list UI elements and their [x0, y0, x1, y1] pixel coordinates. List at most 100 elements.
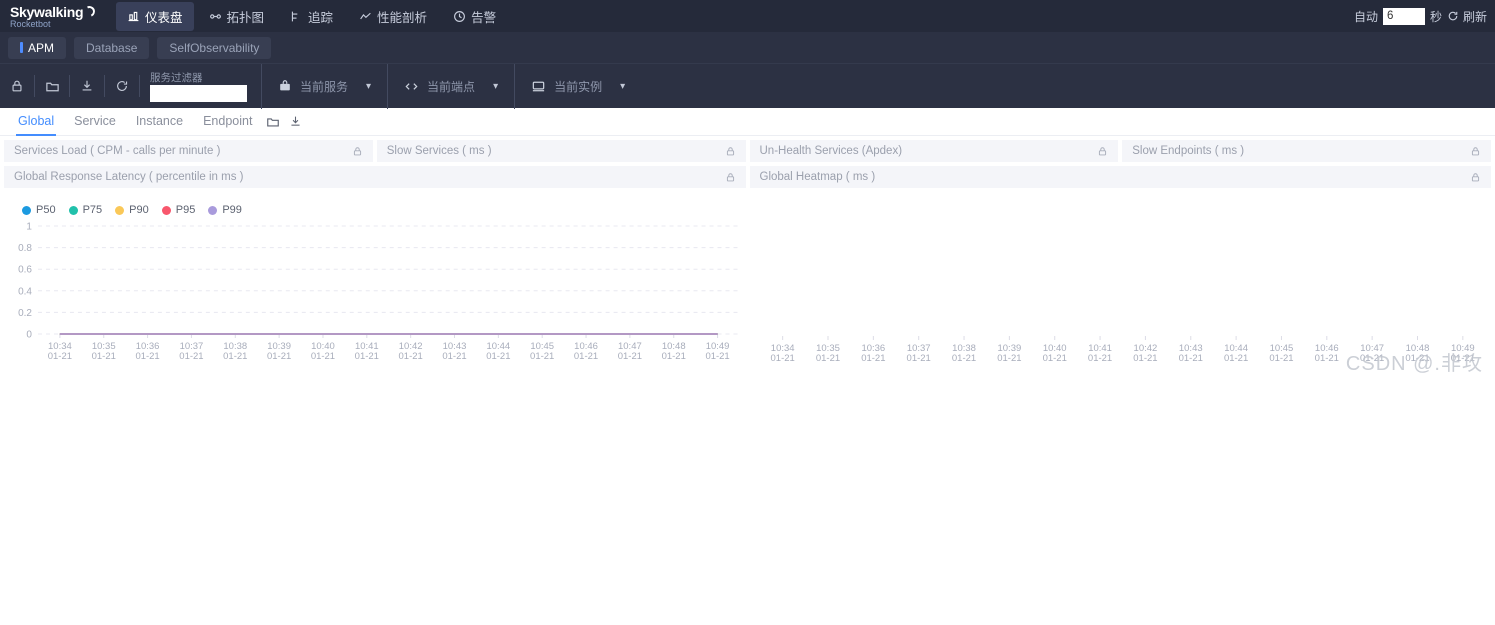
selector-current-service[interactable]: 当前服务 ▾ — [261, 63, 387, 109]
auto-refresh-group: 自动 秒 刷新 — [1354, 0, 1487, 32]
lock-icon[interactable] — [725, 146, 736, 157]
svg-text:0: 0 — [26, 329, 32, 340]
heatmap-chart[interactable]: 10:34 01-21 10:35 01-21 10:36 01-21 10:37 01-21… — [750, 218, 1492, 378]
dashboard-board: Services Load ( CPM - calls per minute )… — [0, 136, 1495, 378]
refresh-button[interactable]: 刷新 — [1447, 8, 1487, 25]
latency-chart[interactable]: 0 0.2 0.4 0.6 0.8 1 10:34 01-21 10:35 01-21 10:36 0… — [4, 216, 746, 376]
lock-icon[interactable] — [725, 172, 736, 183]
widget-title: Services Load ( CPM - calls per minute ) — [14, 145, 221, 157]
widget-title: Slow Endpoints ( ms ) — [1132, 145, 1245, 157]
lock-icon[interactable] — [1097, 146, 1108, 157]
dashboard-tab-label: SelfObservability — [169, 40, 260, 55]
widget-title: Global Response Latency ( percentile in … — [14, 171, 244, 183]
svg-text:01-21: 01-21 — [574, 351, 598, 362]
svg-text:0.6: 0.6 — [18, 265, 32, 276]
toolbar-reload-button[interactable] — [105, 64, 139, 109]
chart-legend: P50 P75 P90 P95 P99 — [4, 188, 746, 216]
svg-text:01-21: 01-21 — [530, 351, 554, 362]
nav-item-topology[interactable]: 拓扑图 — [198, 2, 276, 31]
dashboard-toolbar: 服务过滤器 当前服务 ▾ 当前端点 ▾ 当前实例 ▾ — [0, 63, 1495, 109]
legend-item-p99[interactable]: P99 — [208, 204, 242, 216]
trace-icon — [291, 11, 298, 21]
svg-text:01-21: 01-21 — [48, 351, 72, 362]
chevron-down-icon: ▾ — [620, 80, 626, 92]
svg-text:01-21: 01-21 — [662, 351, 686, 362]
legend-label: P90 — [129, 204, 149, 216]
subtab-endpoint[interactable]: Endpoint — [193, 108, 262, 136]
selector-label: 当前端点 — [427, 79, 476, 94]
nav-label: 告警 — [471, 10, 497, 25]
widget-slow-services: Slow Services ( ms ) — [376, 140, 746, 162]
svg-text:1: 1 — [26, 221, 32, 232]
widget-title: Slow Services ( ms ) — [386, 145, 492, 157]
subtab-global[interactable]: Global — [8, 108, 64, 136]
widget-header: Slow Endpoints ( ms ) — [1122, 140, 1491, 162]
logo-text: Skywalking — [10, 3, 84, 20]
svg-text:01-21: 01-21 — [997, 353, 1021, 364]
legend-dot-icon — [161, 205, 171, 215]
refresh-interval-input[interactable] — [1382, 7, 1425, 25]
legend-dot-icon — [22, 205, 31, 215]
legend-item-p95[interactable]: P95 — [161, 204, 196, 216]
legend-item-p50[interactable]: P50 — [22, 204, 56, 216]
subtab-instance[interactable]: Instance — [126, 108, 193, 136]
nav-item-dashboard[interactable]: 仪表盘 — [116, 1, 194, 31]
widget-title: Global Heatmap ( ms ) — [759, 171, 876, 183]
nav-item-alarm[interactable]: 告警 — [442, 2, 507, 31]
subtab-service[interactable]: Service — [64, 108, 126, 136]
widget-row-1: Services Load ( CPM - calls per minute )… — [0, 140, 1495, 162]
svg-text:01-21: 01-21 — [1360, 353, 1384, 364]
nav-item-profiling[interactable]: 性能剖析 — [348, 2, 438, 31]
app-logo[interactable]: Skywalking Rocketbot — [10, 4, 98, 29]
widget-header: Un-Health Services (Apdex) — [749, 140, 1119, 162]
toolbar-lock-button[interactable] — [0, 64, 34, 109]
legend-label: P75 — [82, 204, 103, 216]
lock-icon[interactable] — [1470, 172, 1481, 183]
lock-icon[interactable] — [1470, 146, 1481, 157]
dashboard-tab-database[interactable]: Database — [74, 36, 150, 59]
svg-text:01-21: 01-21 — [1405, 353, 1429, 364]
toolbar-download-button[interactable] — [70, 64, 104, 109]
refresh-label: 刷新 — [1462, 9, 1487, 24]
unit-label: 秒 — [1429, 9, 1442, 24]
svg-text:01-21: 01-21 — [1042, 353, 1066, 364]
widget-header: Services Load ( CPM - calls per minute ) — [4, 140, 373, 162]
svg-text:01-21: 01-21 — [399, 351, 423, 362]
service-filter-input[interactable] — [150, 84, 247, 102]
dashboard-tab-selfobservability[interactable]: SelfObservability — [157, 36, 272, 59]
subtab-folder-button[interactable] — [262, 108, 284, 136]
svg-text:01-21: 01-21 — [223, 351, 247, 362]
alarm-icon — [454, 10, 466, 22]
lock-icon[interactable] — [352, 146, 363, 157]
endpoint-code-icon — [405, 82, 418, 90]
lock-icon — [12, 80, 22, 92]
legend-item-p90[interactable]: P90 — [115, 204, 149, 216]
selector-current-instance[interactable]: 当前实例 ▾ — [514, 63, 641, 109]
svg-text:01-21: 01-21 — [442, 351, 466, 362]
logo-subtext: Rocketbot — [10, 18, 51, 29]
toolbar-folder-button[interactable] — [35, 64, 69, 109]
auto-label: 自动 — [1353, 9, 1378, 24]
dashboard-icon — [128, 11, 139, 21]
dashboard-tab-apm[interactable]: APM — [8, 36, 67, 59]
widget-slow-endpoints: Slow Endpoints ( ms ) — [1122, 140, 1491, 162]
svg-text:01-21: 01-21 — [618, 351, 642, 362]
nav-item-trace[interactable]: 追踪 — [279, 2, 344, 31]
legend-dot-icon — [208, 205, 218, 215]
instance-monitor-icon — [532, 81, 545, 91]
folder-icon — [267, 117, 280, 127]
subtab-download-button[interactable] — [284, 108, 306, 136]
service-bag-icon — [280, 80, 290, 91]
active-marker — [20, 42, 23, 53]
top-header: Skywalking Rocketbot 仪表盘 拓扑图 追踪 性能剖析 告警 … — [0, 0, 1495, 32]
selector-label: 当前实例 — [554, 79, 603, 94]
selector-current-endpoint[interactable]: 当前端点 ▾ — [387, 63, 514, 109]
svg-text:01-21: 01-21 — [951, 353, 975, 364]
legend-label: P95 — [175, 204, 196, 216]
chevron-down-icon: ▾ — [493, 80, 499, 92]
profiling-icon — [360, 12, 371, 19]
toolbar-icon-group — [0, 64, 140, 108]
legend-item-p75[interactable]: P75 — [68, 204, 103, 216]
widget-global-heatmap: Global Heatmap ( ms ) 10:34 01-21 10:35 01-… — [749, 166, 1492, 378]
widget-global-response-latency: Global Response Latency ( percentile in … — [4, 166, 746, 378]
